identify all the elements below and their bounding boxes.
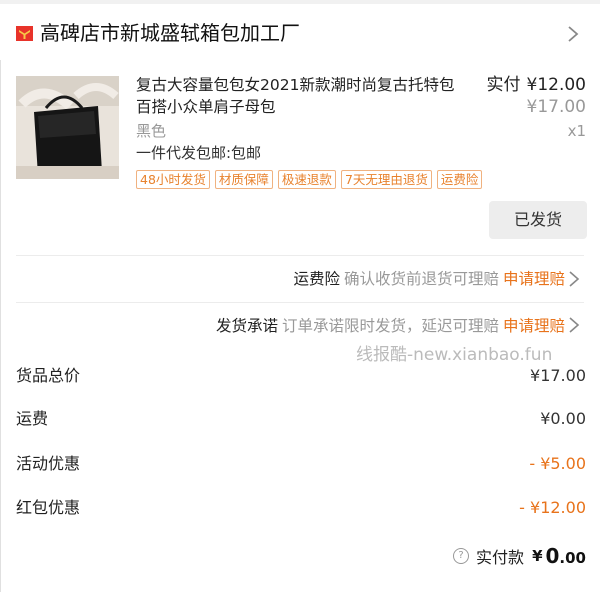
service-desc: 确认收货前退货可理赔 xyxy=(343,270,499,288)
actual-price: 实付 ¥12.00 xyxy=(487,74,586,96)
quantity: x1 xyxy=(567,122,586,140)
summary-value-red-packet: - ¥12.00 xyxy=(519,498,586,517)
tag-shipping-insurance: 运费险 xyxy=(436,170,483,189)
product-thumbnail[interactable] xyxy=(16,76,119,179)
total-currency: ¥ xyxy=(532,547,543,565)
summary-value-shipping: ¥0.00 xyxy=(540,409,586,428)
total-value: 0.00 xyxy=(546,544,587,568)
total-label: 实付款 xyxy=(476,548,525,567)
summary-label-shipping: 运费 xyxy=(16,409,49,428)
total-value-int: 0 xyxy=(545,544,560,568)
store-icon xyxy=(16,26,33,41)
claim-button[interactable]: 申请理赔 xyxy=(503,270,565,288)
shipping-note: 一件代发包邮:包邮 xyxy=(136,144,262,162)
price-box: 实付 ¥12.00 ¥17.00 xyxy=(487,74,586,118)
shipped-status-button[interactable]: 已发货 xyxy=(489,201,587,239)
actual-price-label: 实付 xyxy=(486,75,521,95)
service-title: 发货承诺 xyxy=(215,317,278,335)
store-header[interactable]: 高碑店市新城盛轼箱包加工厂 xyxy=(0,4,600,60)
product-title[interactable]: 复古大容量包包女2021新款潮时尚复古托特包百搭小众单肩子母包 xyxy=(136,74,466,118)
tag-48h-shipping: 48小时发货 xyxy=(136,170,210,189)
summary-label-red-packet: 红包优惠 xyxy=(16,498,81,517)
service-row-shipping-insurance[interactable]: 运费险 确认收货前退货可理赔 申请理赔 xyxy=(293,268,565,290)
store-name: 高碑店市新城盛轼箱包加工厂 xyxy=(40,21,300,45)
original-price: ¥17.00 xyxy=(526,97,586,117)
left-edge xyxy=(0,60,1,592)
tag-quality: 材质保障 xyxy=(214,170,273,189)
actual-price-value: ¥12.00 xyxy=(526,75,586,95)
watermark: 线报酷-new.xianbao.fun xyxy=(356,345,553,365)
total-value-dec: .00 xyxy=(559,549,586,567)
product-spec: 黑色 xyxy=(136,122,167,140)
help-icon[interactable]: ? xyxy=(453,548,470,564)
summary-label-promotion: 活动优惠 xyxy=(16,454,81,473)
claim-button[interactable]: 申请理赔 xyxy=(503,317,565,335)
divider xyxy=(16,255,584,256)
summary-value-goods-total: ¥17.00 xyxy=(530,366,586,385)
service-desc: 订单承诺限时发货，延迟可理赔 xyxy=(281,317,499,335)
service-row-shipping-promise[interactable]: 发货承诺 订单承诺限时发货，延迟可理赔 申请理赔 xyxy=(216,315,565,337)
chevron-right-icon[interactable] xyxy=(568,316,580,334)
service-title: 运费险 xyxy=(293,270,340,288)
tag-fast-refund: 极速退款 xyxy=(277,170,336,189)
total-row: ? 实付款 ¥ 0.00 xyxy=(453,544,586,568)
service-tags: 48小时发货 材质保障 极速退款 7天无理由退货 运费险 xyxy=(136,170,483,189)
chevron-right-icon[interactable] xyxy=(568,270,580,288)
chevron-right-icon[interactable] xyxy=(566,24,580,44)
tag-7day-return: 7天无理由退货 xyxy=(340,170,432,189)
divider xyxy=(16,302,584,303)
summary-value-promotion: - ¥5.00 xyxy=(529,454,586,473)
summary-label-goods-total: 货品总价 xyxy=(16,366,81,385)
